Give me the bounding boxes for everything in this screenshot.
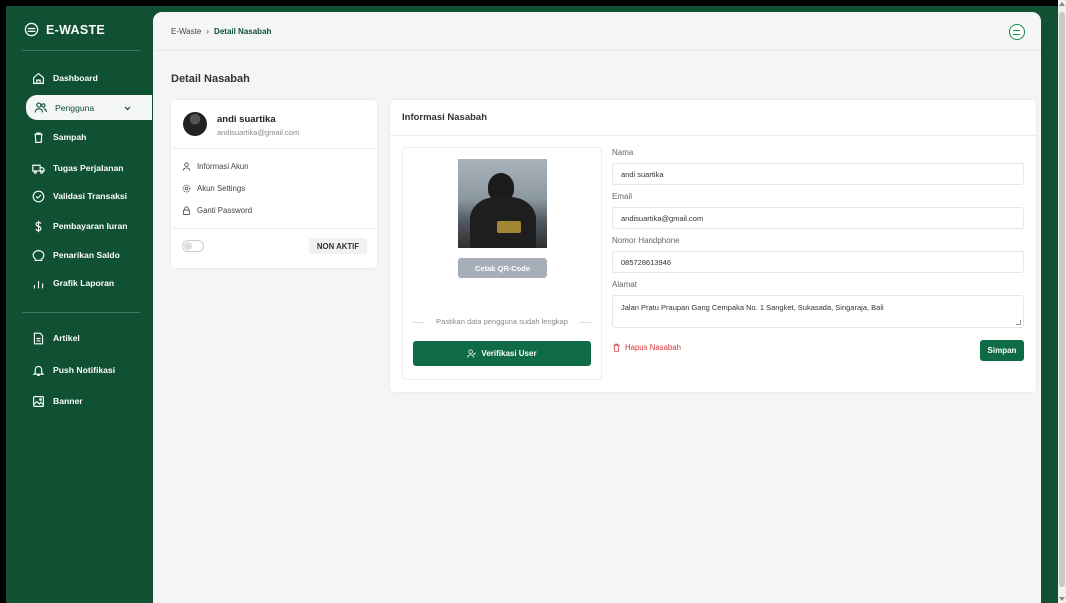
sidebar-item-sampah[interactable]: Sampah	[32, 127, 86, 147]
sidebar-item-dashboard[interactable]: Dashboard	[32, 68, 98, 88]
sidebar-item-label: Grafik Laporan	[53, 278, 115, 288]
address-value: Jalan Pratu Praupan Gang Cempaka No. 1 S…	[621, 303, 884, 312]
address-label: Alamat	[612, 280, 637, 289]
sidebar-item-banner[interactable]: Banner	[32, 391, 83, 411]
breadcrumb-root[interactable]: E-Waste	[171, 27, 201, 36]
avatar	[183, 112, 207, 136]
profile-email: andisuartika@gmail.com	[217, 128, 300, 137]
topbar: E-Waste › Detail Nasabah	[153, 12, 1041, 51]
verify-button-label: Verifikasi User	[481, 349, 537, 358]
trash-icon	[34, 131, 43, 143]
breadcrumb-separator: ›	[206, 27, 210, 36]
divider	[171, 228, 377, 229]
delete-customer-link[interactable]: Hapus Nasabah	[612, 343, 681, 352]
profile-link-ganti-password[interactable]: Ganti Password	[182, 206, 252, 215]
user-avatar-icon[interactable]	[1009, 24, 1025, 40]
profile-card: andi suartika andisuartika@gmail.com Inf…	[171, 100, 377, 268]
document-icon	[33, 332, 44, 344]
breadcrumb: E-Waste › Detail Nasabah	[171, 27, 271, 36]
brand-logo[interactable]: E-WASTE	[24, 22, 105, 37]
sidebar-item-label: Push Notifikasi	[53, 365, 116, 375]
verification-hint: Pastikan data pengguna sudah lengkap	[413, 317, 591, 326]
info-card: Informasi Nasabah Cetak QR-Code Pastikan…	[390, 100, 1036, 392]
profile-photo	[458, 159, 547, 248]
profile-name: andi suartika	[217, 114, 276, 125]
phone-label: Nomor Handphone	[612, 236, 680, 245]
divider	[390, 135, 1036, 136]
sidebar-item-label: Pembayaran Iuran	[53, 221, 128, 231]
profile-link-label: Akun Settings	[197, 184, 246, 193]
recycle-logo-icon	[24, 22, 39, 37]
lock-icon	[182, 206, 191, 215]
check-circle-icon	[32, 190, 45, 202]
save-button[interactable]: Simpan	[980, 340, 1024, 361]
sidebar-divider	[22, 50, 140, 51]
name-label: Nama	[612, 148, 634, 157]
sidebar-item-penarikan-saldo[interactable]: Penarikan Saldo	[32, 245, 120, 265]
resize-handle-icon[interactable]	[1016, 320, 1021, 325]
sidebar-item-label: Penarikan Saldo	[53, 250, 120, 260]
app-frame: E-WASTE Dashboard Pengguna Sampah Tugas …	[6, 6, 1058, 603]
status-toggle[interactable]	[182, 240, 204, 252]
email-field[interactable]: andisuartika@gmail.com	[612, 207, 1024, 229]
profile-link-label: Informasi Akun	[197, 162, 249, 171]
sidebar-item-label: Tugas Perjalanan	[53, 163, 124, 173]
user-icon	[182, 162, 191, 171]
sidebar-item-push-notifikasi[interactable]: Push Notifikasi	[32, 360, 115, 380]
scrollbar-thumb[interactable]	[1059, 12, 1065, 587]
scrollbar[interactable]	[1058, 0, 1066, 603]
main-panel: E-Waste › Detail Nasabah Detail Nasabah …	[153, 12, 1041, 603]
users-icon	[34, 102, 47, 113]
card-title: Informasi Nasabah	[402, 112, 487, 123]
print-qr-button[interactable]: Cetak QR-Code	[458, 258, 547, 278]
dollar-icon	[35, 220, 42, 232]
brand-name: E-WASTE	[46, 22, 106, 37]
profile-link-label: Ganti Password	[197, 206, 253, 215]
sidebar-item-pengguna[interactable]: Pengguna	[26, 95, 152, 120]
sidebar-item-pembayaran-iuran[interactable]: Pembayaran Iuran	[32, 216, 128, 236]
user-check-icon	[467, 349, 477, 358]
sidebar-item-grafik-laporan[interactable]: Grafik Laporan	[32, 273, 114, 293]
chevron-down-icon	[124, 106, 131, 110]
truck-icon	[32, 164, 45, 174]
page-title: Detail Nasabah	[171, 73, 250, 85]
scroll-up-icon[interactable]	[1059, 2, 1065, 6]
bar-chart-icon	[33, 280, 44, 288]
sidebar-divider	[22, 312, 140, 313]
breadcrumb-current: Detail Nasabah	[214, 27, 272, 36]
sidebar-item-label: Dashboard	[53, 73, 98, 83]
divider	[171, 148, 377, 149]
photo-panel: Cetak QR-Code Pastikan data pengguna sud…	[402, 147, 602, 380]
sidebar-item-tugas-perjalanan[interactable]: Tugas Perjalanan	[32, 158, 124, 178]
verify-user-button[interactable]: Verifikasi User	[413, 341, 591, 366]
sidebar-item-artikel[interactable]: Artikel	[32, 328, 80, 348]
phone-field[interactable]: 085728613946	[612, 251, 1024, 273]
profile-link-akun-settings[interactable]: Akun Settings	[182, 184, 245, 193]
home-icon	[33, 72, 44, 84]
sidebar-item-validasi-transaksi[interactable]: Validasi Transaksi	[32, 186, 127, 206]
scroll-down-icon[interactable]	[1059, 597, 1065, 601]
sidebar-item-label: Banner	[53, 396, 83, 406]
name-field[interactable]: andi suartika	[612, 163, 1024, 185]
sidebar-item-label: Pengguna	[55, 102, 95, 113]
image-icon	[33, 395, 44, 407]
bell-icon	[32, 365, 45, 376]
delete-link-label: Hapus Nasabah	[625, 343, 681, 352]
profile-link-informasi-akun[interactable]: Informasi Akun	[182, 162, 249, 171]
sidebar-item-label: Validasi Transaksi	[53, 191, 128, 201]
trash-icon	[613, 343, 620, 352]
status-badge: NON AKTIF	[309, 238, 367, 254]
sidebar-item-label: Sampah	[53, 132, 87, 142]
piggy-bank-icon	[32, 249, 45, 261]
sidebar-item-label: Artikel	[53, 333, 80, 343]
gear-icon	[182, 184, 191, 193]
address-textarea[interactable]: Jalan Pratu Praupan Gang Cempaka No. 1 S…	[612, 295, 1024, 328]
sidebar: E-WASTE Dashboard Pengguna Sampah Tugas …	[6, 6, 152, 603]
email-label: Email	[612, 192, 633, 201]
